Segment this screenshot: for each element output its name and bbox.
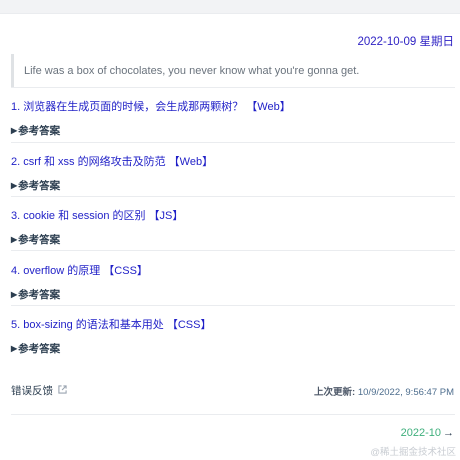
answer-label: 参考答案 <box>18 125 61 137</box>
caret-right-icon: ▶ <box>11 290 18 299</box>
next-page-label: 2022-10 <box>400 427 441 439</box>
question-title-1[interactable]: 1. 浏览器在生成页面的时候，会生成那两颗树？ 【Web】 <box>11 98 291 114</box>
question-title-4[interactable]: 4. overflow 的原理 【CSS】 <box>11 262 148 278</box>
last-updated-label: 上次更新: <box>314 387 356 398</box>
caret-right-icon: ▶ <box>11 344 18 353</box>
answer-toggle-2[interactable]: ▶参考答案 <box>11 178 60 193</box>
next-page-link[interactable]: 2022-10 → <box>401 427 454 439</box>
caret-right-icon: ▶ <box>11 126 18 135</box>
caret-right-icon: ▶ <box>11 235 18 244</box>
last-updated-value: 10/9/2022, 9:56:47 PM <box>355 387 454 398</box>
question-title-5[interactable]: 5. box-sizing 的语法和基本用处 【CSS】 <box>11 316 211 332</box>
caret-right-icon: ▶ <box>11 181 18 190</box>
edit-link[interactable]: 错误反馈 <box>11 383 67 398</box>
answer-label: 参考答案 <box>18 343 61 355</box>
answer-toggle-1[interactable]: ▶参考答案 <box>11 123 60 138</box>
answer-label: 参考答案 <box>18 234 61 246</box>
external-link-icon <box>58 385 67 397</box>
question-title-2[interactable]: 2. csrf 和 xss 的网络攻击及防范 【Web】 <box>11 153 213 169</box>
divider <box>11 250 455 251</box>
edit-link-label: 错误反馈 <box>11 385 53 397</box>
last-updated: 上次更新: 10/9/2022, 9:56:47 PM <box>314 384 454 398</box>
question-title-3[interactable]: 3. cookie 和 session 的区别 【JS】 <box>11 207 183 223</box>
blockquote: Life was a box of chocolates, you never … <box>11 54 455 88</box>
answer-label: 参考答案 <box>18 289 61 301</box>
answer-toggle-5[interactable]: ▶参考答案 <box>11 341 60 356</box>
divider <box>11 305 455 306</box>
divider <box>11 87 455 88</box>
divider <box>11 142 455 143</box>
article-page: 2022-10-09 星期日 Life was a box of chocola… <box>0 14 460 460</box>
answer-toggle-3[interactable]: ▶参考答案 <box>11 232 60 247</box>
answer-label: 参考答案 <box>18 180 61 192</box>
divider <box>11 196 455 197</box>
divider <box>11 414 455 415</box>
post-date: 2022-10-09 星期日 <box>357 36 454 48</box>
arrow-right-icon: → <box>443 427 454 439</box>
answer-toggle-4[interactable]: ▶参考答案 <box>11 287 60 302</box>
watermark: @稀土掘金技术社区 <box>370 447 456 458</box>
top-bar <box>0 0 460 14</box>
